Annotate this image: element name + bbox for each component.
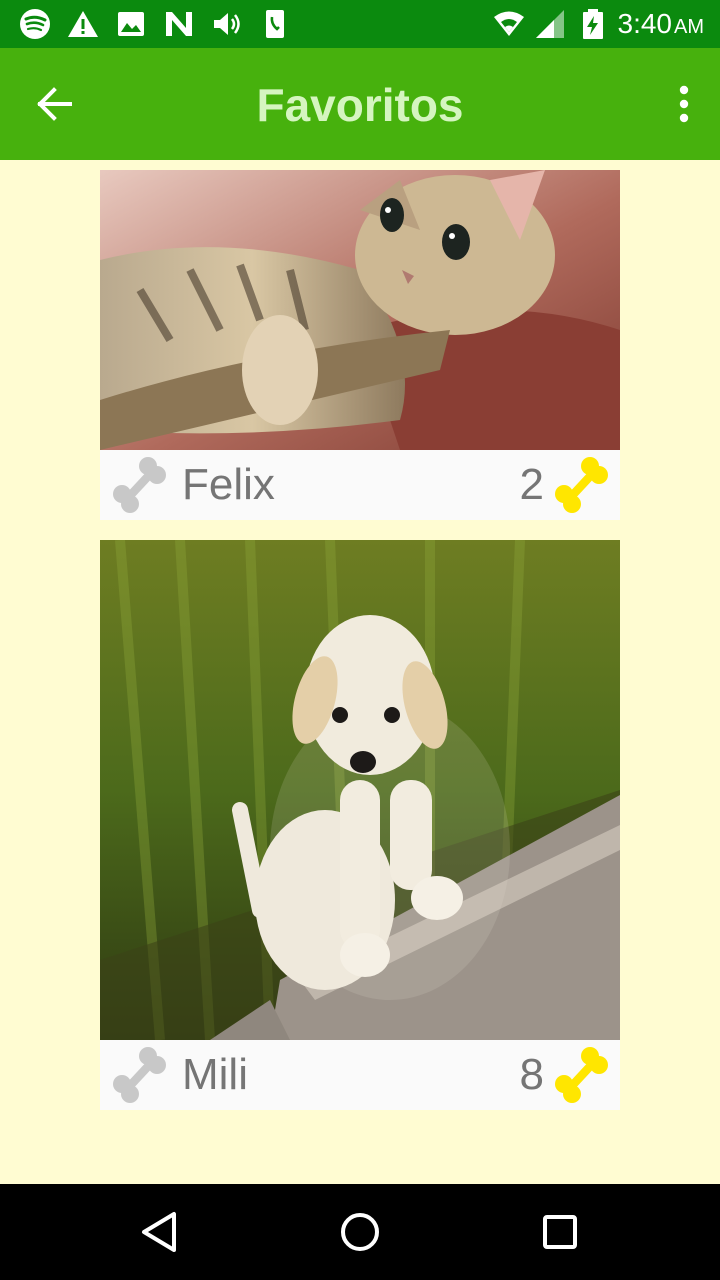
pet-name: Felix <box>182 460 275 509</box>
signal-icon <box>536 10 564 38</box>
bone-like-icon[interactable] <box>552 456 610 514</box>
navigation-bar <box>0 1184 720 1280</box>
status-bar: 3:40 AM <box>0 0 720 48</box>
pet-name: Mili <box>182 1050 248 1099</box>
app-bar: Favoritos <box>0 48 720 160</box>
clock: 3:40 AM <box>618 6 705 45</box>
more-vert-icon[interactable] <box>672 82 696 126</box>
pet-card-footer: Mili 8 <box>100 1040 620 1110</box>
pet-photo <box>100 170 620 450</box>
wifi-icon <box>494 11 524 36</box>
back-triangle-icon[interactable] <box>136 1208 184 1256</box>
bone-outline-icon[interactable] <box>110 456 168 514</box>
pet-card: Mili 8 <box>100 540 620 1110</box>
image-icon <box>118 12 144 36</box>
pet-card: Felix 2 <box>100 170 620 520</box>
like-count: 2 <box>519 460 544 509</box>
battery-icon <box>583 9 603 39</box>
clock-time: 3:40 <box>617 8 673 39</box>
bone-like-icon[interactable] <box>552 1046 610 1104</box>
pet-card-footer: Felix 2 <box>100 450 620 520</box>
like-count: 8 <box>519 1050 544 1099</box>
recents-square-icon[interactable] <box>536 1208 584 1256</box>
phone-app-icon <box>266 10 284 38</box>
n-app-icon <box>166 12 192 36</box>
clock-ampm: AM <box>674 16 704 38</box>
spotify-icon <box>20 9 50 39</box>
pet-photo <box>100 540 620 1040</box>
home-circle-icon[interactable] <box>336 1208 384 1256</box>
volume-icon <box>214 13 240 35</box>
page-title: Favoritos <box>256 79 464 131</box>
bone-outline-icon[interactable] <box>110 1046 168 1104</box>
warning-icon <box>68 11 98 37</box>
